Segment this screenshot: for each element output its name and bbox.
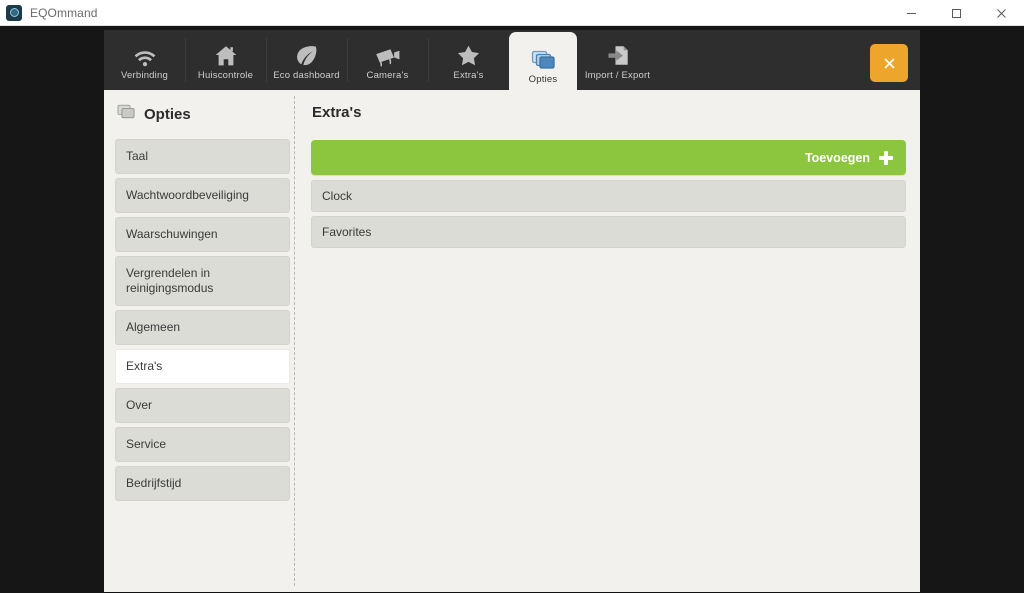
sidebar-item-vergrendelen-reinigingsmodus[interactable]: Vergrendelen in reinigingsmodus [115,256,290,306]
sidebar-item-label: Service [126,437,167,451]
tab-extras[interactable]: Extra's [428,30,509,90]
add-button[interactable]: Toevoegen [311,140,906,175]
sidebar-item-service[interactable]: Service [115,427,290,462]
page-title: Extra's [312,104,362,121]
sidebar-item-label: Over [126,398,153,412]
content-panel: Opties Taal Wachtwoordbeveiliging Waarsc… [104,90,920,592]
star-icon [456,41,481,67]
sidebar-item-label: Waarschuwingen [126,227,218,241]
tab-label: Eco dashboard [273,70,340,81]
sidebar-item-label: Algemeen [126,320,181,334]
tab-huiscontrole[interactable]: Huiscontrole [185,30,266,90]
sidebar-item-bedrijfstijd[interactable]: Bedrijfstijd [115,466,290,501]
tab-label: Import / Export [584,70,651,81]
sidebar-item-label: Wachtwoordbeveiliging [126,188,249,202]
sidebar-item-label: Bedrijfstijd [126,476,182,490]
windows-icon [531,45,556,71]
sidebar-item-algemeen[interactable]: Algemeen [115,310,290,345]
plus-icon [879,150,893,165]
sidebar-item-label: Taal [126,149,149,163]
home-icon [214,41,238,67]
window-title: EQOmmand [30,5,98,20]
sidebar-header-label: Opties [144,106,191,123]
tab-opties[interactable]: Opties [509,32,577,96]
leaf-icon [294,41,319,67]
list-item[interactable]: Clock [311,180,906,212]
sidebar-item-waarschuwingen[interactable]: Waarschuwingen [115,217,290,252]
camera-icon [374,41,401,67]
list-item[interactable]: Favorites [311,216,906,248]
sidebar-item-extras[interactable]: Extra's [115,349,290,384]
sidebar-item-label: Vergrendelen in reinigingsmodus [126,266,214,295]
window-titlebar: EQOmmand [0,0,1024,26]
list-item-label: Favorites [322,225,372,239]
list-item-label: Clock [322,189,353,203]
extras-content: Extra's Toevoegen Clock Favorites [295,90,920,592]
close-app-button[interactable] [870,44,908,82]
tab-verbinding[interactable]: Verbinding [104,30,185,90]
tab-cameras[interactable]: Camera's [347,30,428,90]
tab-label: Opties [528,74,558,85]
sidebar-item-taal[interactable]: Taal [115,139,290,174]
tab-label: Extra's [453,70,484,81]
minimize-button[interactable] [889,0,934,26]
tab-label: Camera's [366,70,409,81]
sidebar-item-over[interactable]: Over [115,388,290,423]
options-sidebar: Opties Taal Wachtwoordbeveiliging Waarsc… [104,90,290,592]
tab-import-export[interactable]: Import / Export [577,30,658,90]
tab-eco-dashboard[interactable]: Eco dashboard [266,30,347,90]
tab-label: Verbinding [121,70,168,81]
windows-stack-icon [117,104,136,125]
window-controls [889,0,1024,25]
application-window: Verbinding Huiscontrole Eco dashboard Ca… [104,30,920,593]
close-window-button[interactable] [979,0,1024,26]
add-button-label: Toevoegen [804,150,870,165]
sidebar-item-label: Extra's [126,359,163,373]
maximize-button[interactable] [934,0,979,26]
sidebar-item-wachtwoordbeveiliging[interactable]: Wachtwoordbeveiliging [115,178,290,213]
import-export-icon [606,41,630,67]
desktop-background: Verbinding Huiscontrole Eco dashboard Ca… [0,26,1024,593]
wifi-icon [133,41,157,67]
tab-label: Huiscontrole [197,70,254,81]
main-tab-bar: Verbinding Huiscontrole Eco dashboard Ca… [104,30,920,96]
sidebar-header: Opties [115,104,290,125]
app-logo-icon [6,4,22,21]
